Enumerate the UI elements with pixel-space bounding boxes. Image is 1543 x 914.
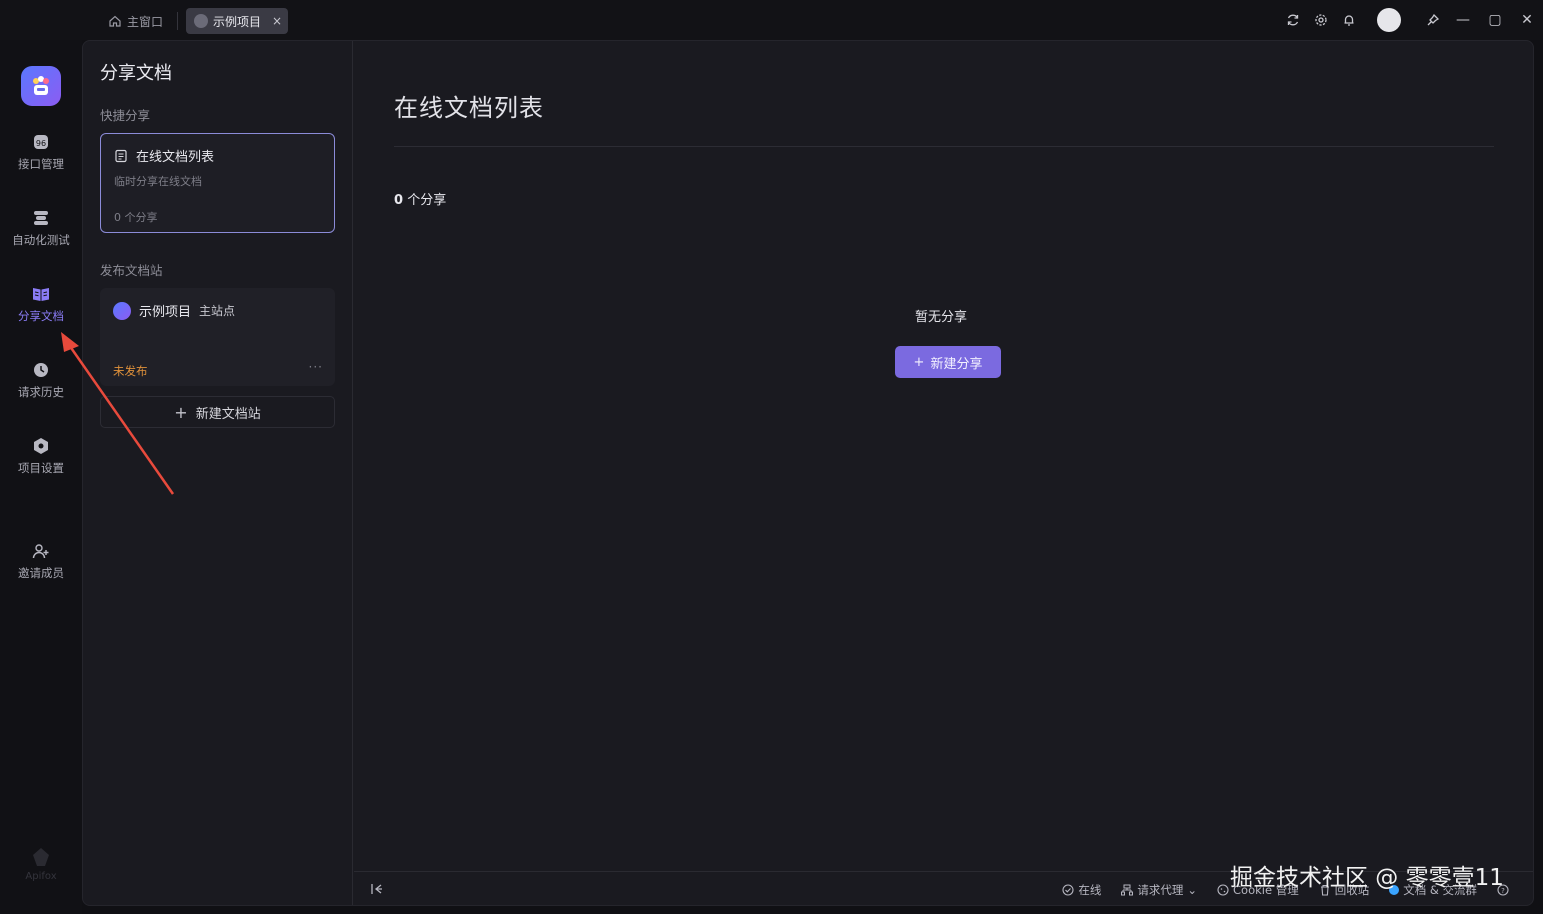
refresh-icon[interactable] (1279, 6, 1307, 34)
project-icon (194, 14, 208, 28)
apifox-logo-icon (33, 848, 49, 866)
check-circle-icon (1062, 884, 1074, 896)
request-proxy-dropdown[interactable]: 请求代理 ⌄ (1121, 882, 1197, 898)
settings-icon[interactable] (1307, 6, 1335, 34)
annotation-arrow-icon (61, 332, 175, 495)
rail-item-automation[interactable]: 自动化测试 (0, 209, 82, 248)
rail-item-share-docs[interactable]: 分享文档 (0, 285, 82, 324)
topbar-actions: — ▢ ✕ (1279, 0, 1543, 40)
proxy-icon (1121, 884, 1134, 896)
card-title: 在线文档列表 (136, 150, 215, 165)
online-doc-list-card[interactable]: 在线文档列表 临时分享在线文档 0 个分享 (100, 133, 335, 233)
tab-home[interactable]: 主窗口 (100, 8, 171, 34)
bottom-brand: Apifox (0, 846, 82, 882)
tab-divider (177, 12, 178, 30)
rail-item-invite[interactable]: 邀请成员 (0, 542, 82, 581)
rail-item-label: 接口管理 (18, 157, 64, 171)
document-icon (115, 149, 127, 162)
bell-icon[interactable] (1335, 6, 1363, 34)
avatar[interactable] (1377, 8, 1401, 32)
empty-state-text: 暂无分享 (915, 310, 968, 325)
rail-item-api[interactable]: 96 接口管理 (0, 133, 82, 172)
close-tab-icon[interactable]: × (272, 14, 282, 28)
publish-site-heading: 发布文档站 (100, 263, 163, 278)
pin-icon[interactable] (1419, 6, 1447, 34)
maximize-button[interactable]: ▢ (1479, 0, 1511, 40)
online-status[interactable]: 在线 (1062, 882, 1101, 898)
project-settings-icon (34, 438, 48, 454)
main-panel: 分享文档 快捷分享 在线文档列表 临时分享在线文档 0 个分享 发布文档站 示例… (82, 40, 1534, 906)
tab-project-label: 示例项目 (213, 14, 262, 29)
invite-member-icon (32, 544, 49, 559)
new-share-label: 新建分享 (930, 356, 983, 372)
svg-text:96: 96 (36, 139, 46, 148)
rail-item-label: 邀请成员 (18, 566, 64, 580)
cookie-icon (1217, 884, 1229, 896)
site-title-row: 示例项目 主站点 (113, 301, 235, 320)
proxy-label: 请求代理 (1137, 883, 1184, 897)
new-doc-site-label: 新建文档站 (195, 406, 261, 422)
history-icon (34, 363, 48, 377)
card-share-count: 0 个分享 (114, 211, 158, 224)
bottom-brand-label: Apifox (25, 871, 57, 882)
tab-home-label: 主窗口 (127, 14, 164, 29)
share-count: 0 个分享 (394, 189, 446, 208)
share-count-label: 个分享 (407, 193, 447, 208)
title-divider (394, 146, 1494, 147)
plus-icon: + (913, 354, 925, 370)
online-label: 在线 (1078, 883, 1102, 897)
close-window-button[interactable]: ✕ (1511, 0, 1543, 40)
new-share-button[interactable]: + 新建分享 (895, 346, 1001, 378)
project-logo-icon (113, 301, 131, 320)
watermark: 掘金技术社区 @ 零零壹11 (1230, 865, 1504, 891)
home-icon (109, 15, 121, 27)
share-doc-icon (33, 288, 49, 301)
sidebar-title: 分享文档 (100, 63, 172, 84)
app-logo[interactable] (21, 66, 61, 106)
tab-project[interactable]: 示例项目 × (186, 8, 289, 34)
page-title: 在线文档列表 (394, 94, 544, 122)
card-subtitle: 临时分享在线文档 (114, 175, 202, 188)
quick-share-heading: 快捷分享 (100, 108, 151, 123)
card-title-row: 在线文档列表 (114, 146, 214, 165)
rail-item-label: 自动化测试 (12, 233, 70, 247)
chevron-down-icon: ⌄ (1187, 883, 1198, 897)
rail-item-label: 分享文档 (18, 309, 64, 323)
automation-icon (34, 211, 48, 225)
site-name: 主站点 (199, 304, 236, 318)
logo-icon (33, 76, 49, 95)
minimize-button[interactable]: — (1447, 0, 1479, 40)
site-project-name: 示例项目 (139, 305, 192, 320)
api-icon: 96 (34, 135, 48, 149)
content-area: 在线文档列表 0 个分享 暂无分享 + 新建分享 (354, 41, 1533, 905)
collapse-sidebar-icon[interactable] (370, 882, 384, 900)
share-count-number: 0 (394, 193, 404, 208)
title-bar: 主窗口 示例项目 × — ▢ ✕ (0, 0, 1543, 40)
more-options-icon[interactable]: ··· (309, 360, 323, 374)
